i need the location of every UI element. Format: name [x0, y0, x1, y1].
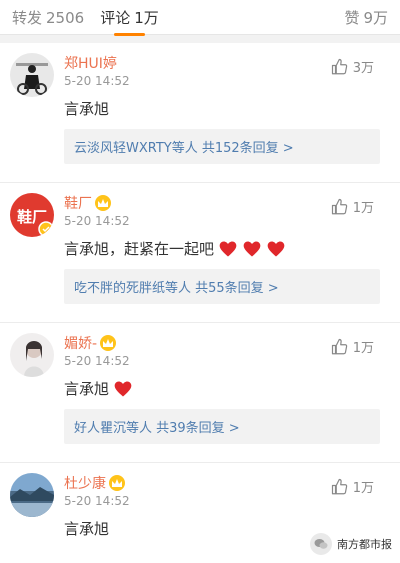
thumbs-up-icon — [331, 58, 347, 74]
watermark: 南方都市报 — [310, 533, 392, 555]
comment-time: 5-20 14:52 — [64, 74, 130, 88]
like-count: 3万 — [352, 61, 374, 76]
tab-like-count: 9万 — [363, 8, 388, 27]
comment-time: 5-20 14:52 — [64, 494, 130, 508]
vip-crown-icon — [95, 195, 111, 211]
avatar[interactable]: 鞋厂 — [10, 193, 54, 237]
like-button[interactable]: 1万 — [331, 477, 374, 496]
comment-text-content: 言承旭 — [64, 380, 110, 398]
comment-author[interactable]: 郑HUI婷 — [64, 53, 117, 73]
heart-emoji-icon — [114, 381, 132, 396]
comment-time: 5-20 14:52 — [64, 354, 130, 368]
comment-text-content: 言承旭，赶紧在一起吧 — [64, 240, 215, 258]
avatar[interactable] — [10, 53, 54, 97]
comment-author[interactable]: 杜少康 — [64, 473, 106, 493]
like-button[interactable]: 1万 — [331, 337, 374, 356]
heart-emoji-icon — [243, 241, 261, 256]
divider — [0, 34, 400, 43]
replies-link[interactable]: 吃不胖的死胖纸等人 共55条回复 > — [64, 269, 380, 304]
like-count: 1万 — [352, 481, 374, 496]
heart-emoji-icon — [219, 241, 237, 256]
comment-text-content: 言承旭 — [64, 520, 110, 538]
comment-time: 5-20 14:52 — [64, 214, 130, 228]
comment-text: 言承旭 — [64, 98, 388, 119]
comment-item[interactable]: 郑HUI婷 5-20 14:52 言承旭 云淡风轻WXRTY等人 共152条回复… — [0, 43, 400, 183]
replies-link[interactable]: 好人瞿沉等人 共39条回复 > — [64, 409, 380, 444]
tab-repost-count: 2506 — [46, 8, 85, 27]
tab-comment-count: 1万 — [134, 8, 159, 27]
thumbs-up-icon — [331, 338, 347, 354]
thumbs-up-icon — [331, 478, 347, 494]
comment-text-content: 言承旭 — [64, 100, 110, 118]
comment-item[interactable]: 媚娇- 5-20 14:52 言承旭 好人瞿沉等人 共39条回复 > 1万 — [0, 323, 400, 463]
watermark-text: 南方都市报 — [337, 538, 392, 551]
thumbs-up-icon — [331, 198, 347, 214]
vip-crown-icon — [109, 475, 125, 491]
like-count: 1万 — [352, 341, 374, 356]
like-count: 1万 — [352, 201, 374, 216]
wechat-logo-icon — [310, 533, 332, 555]
avatar[interactable] — [10, 333, 54, 377]
like-button[interactable]: 3万 — [331, 57, 374, 76]
like-button[interactable]: 1万 — [331, 197, 374, 216]
tab-bar: 转发 2506 评论 1万 赞 9万 — [0, 0, 400, 36]
comment-item[interactable]: 鞋厂 鞋厂 5-20 14:52 言承旭，赶紧在一起吧 吃不胖的死胖纸等人 共5… — [0, 183, 400, 323]
tab-repost-label: 转发 — [12, 8, 43, 27]
vip-crown-icon — [100, 335, 117, 351]
tab-comment-label: 评论 — [100, 8, 131, 27]
tab-repost[interactable]: 转发 2506 — [12, 7, 84, 28]
comment-author[interactable]: 鞋厂 — [64, 193, 92, 213]
comment-text: 言承旭，赶紧在一起吧 — [64, 238, 388, 259]
avatar[interactable] — [10, 473, 54, 517]
tab-like[interactable]: 赞 9万 — [344, 7, 388, 28]
tab-comment[interactable]: 评论 1万 — [100, 7, 159, 36]
replies-link[interactable]: 云淡风轻WXRTY等人 共152条回复 > — [64, 129, 380, 164]
comment-text: 言承旭 — [64, 378, 388, 399]
tab-like-label: 赞 — [344, 8, 360, 27]
comment-author[interactable]: 媚娇- — [64, 333, 97, 353]
heart-emoji-icon — [267, 241, 285, 256]
